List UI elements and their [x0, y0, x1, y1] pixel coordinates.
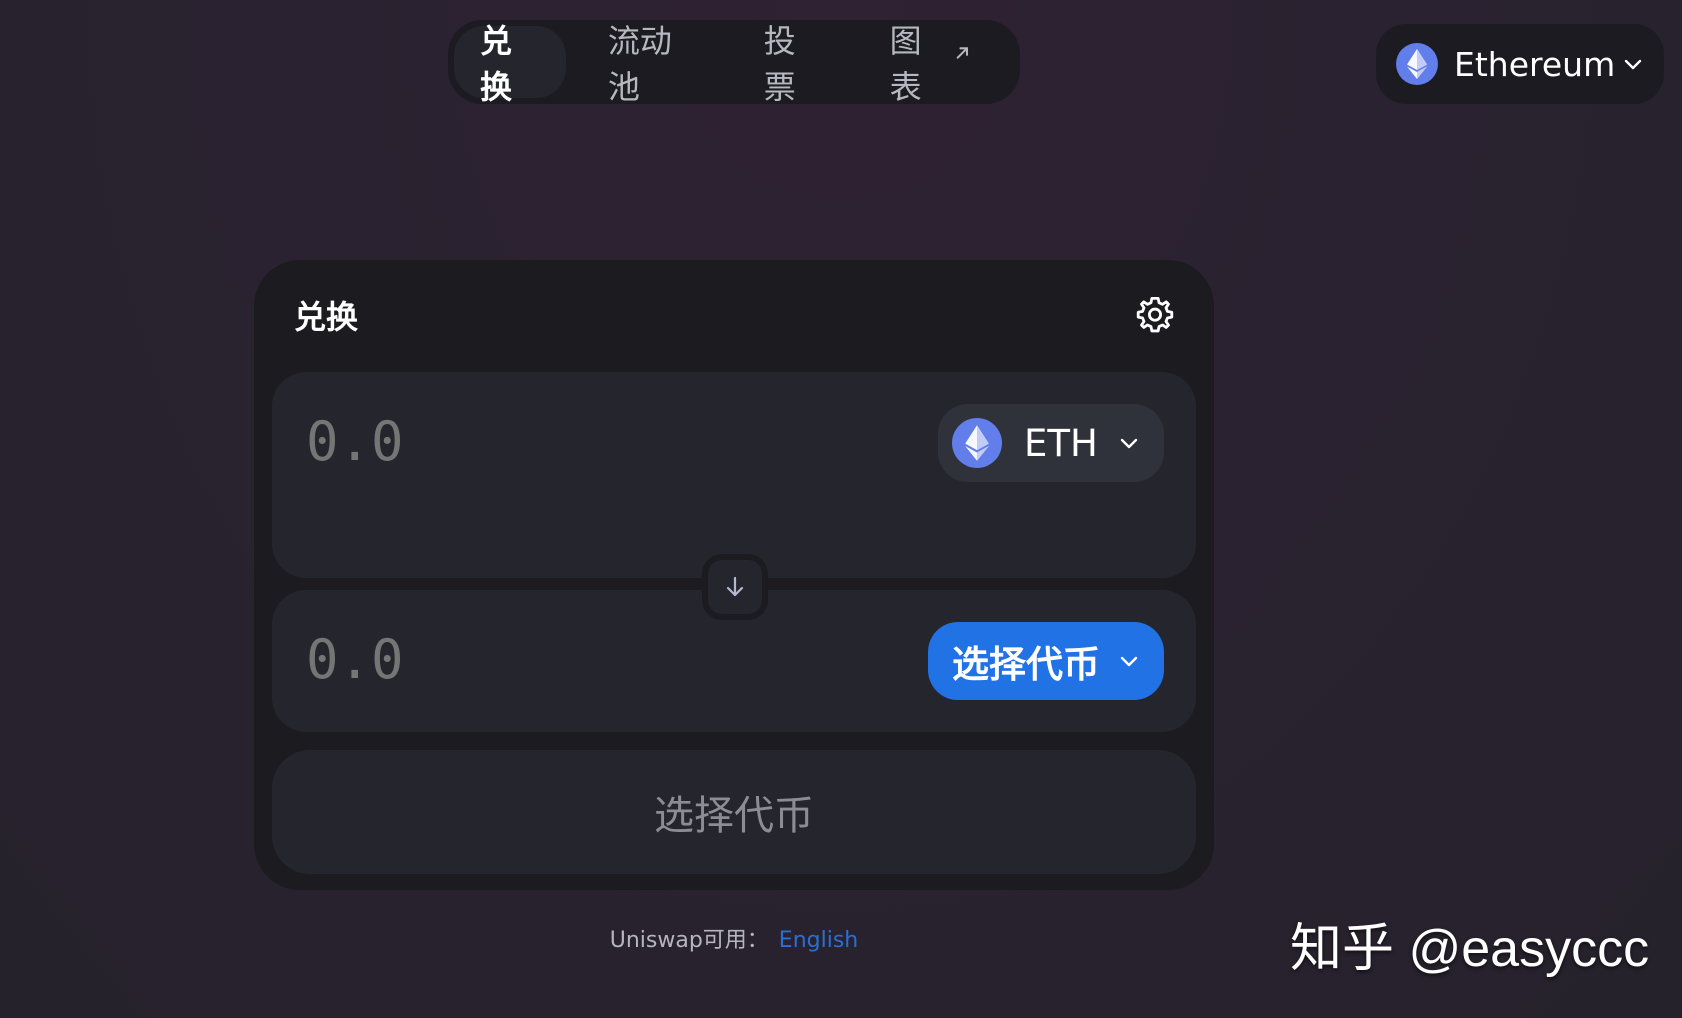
swap-title: 兑换: [294, 298, 359, 336]
tab-charts-label: 图表: [889, 22, 922, 106]
to-amount-input[interactable]: [306, 628, 706, 691]
network-selector[interactable]: Ethereum: [1376, 24, 1664, 104]
swap-card: 兑换 ETH 选择代币: [254, 260, 1214, 890]
from-panel: ETH: [272, 372, 1196, 578]
chevron-down-icon: [1120, 656, 1138, 667]
from-amount-input[interactable]: [306, 410, 706, 473]
swap-card-header: 兑换: [294, 290, 1176, 340]
footer-text: Uniswap可用：: [609, 928, 769, 953]
submit-button[interactable]: 选择代币: [272, 750, 1196, 874]
arrow-down-icon: [726, 576, 744, 597]
tab-vote[interactable]: 投票: [740, 22, 848, 106]
ethereum-icon: [1396, 43, 1438, 85]
from-token-selector[interactable]: ETH: [938, 404, 1164, 482]
from-token-symbol: ETH: [1024, 421, 1098, 465]
chevron-down-icon: [1120, 438, 1138, 449]
select-token-label: 选择代币: [952, 643, 1100, 686]
watermark: 知乎 @easyccc: [1290, 920, 1650, 978]
external-link-icon: [956, 47, 969, 59]
ethereum-icon: [952, 418, 1002, 468]
tab-swap[interactable]: 兑换: [454, 22, 566, 106]
top-nav: 兑换 流动池 投票 图表: [448, 20, 1020, 106]
select-token-button[interactable]: 选择代币: [928, 622, 1164, 700]
swap-direction-button[interactable]: [702, 554, 768, 620]
language-footer: Uniswap可用： English: [0, 922, 1468, 954]
network-label: Ethereum: [1454, 44, 1616, 84]
language-link[interactable]: English: [779, 928, 858, 953]
gear-icon[interactable]: [1134, 294, 1176, 336]
tab-charts[interactable]: 图表: [866, 22, 996, 106]
tab-pool[interactable]: 流动池: [584, 22, 722, 106]
chevron-down-icon: [1624, 59, 1642, 70]
